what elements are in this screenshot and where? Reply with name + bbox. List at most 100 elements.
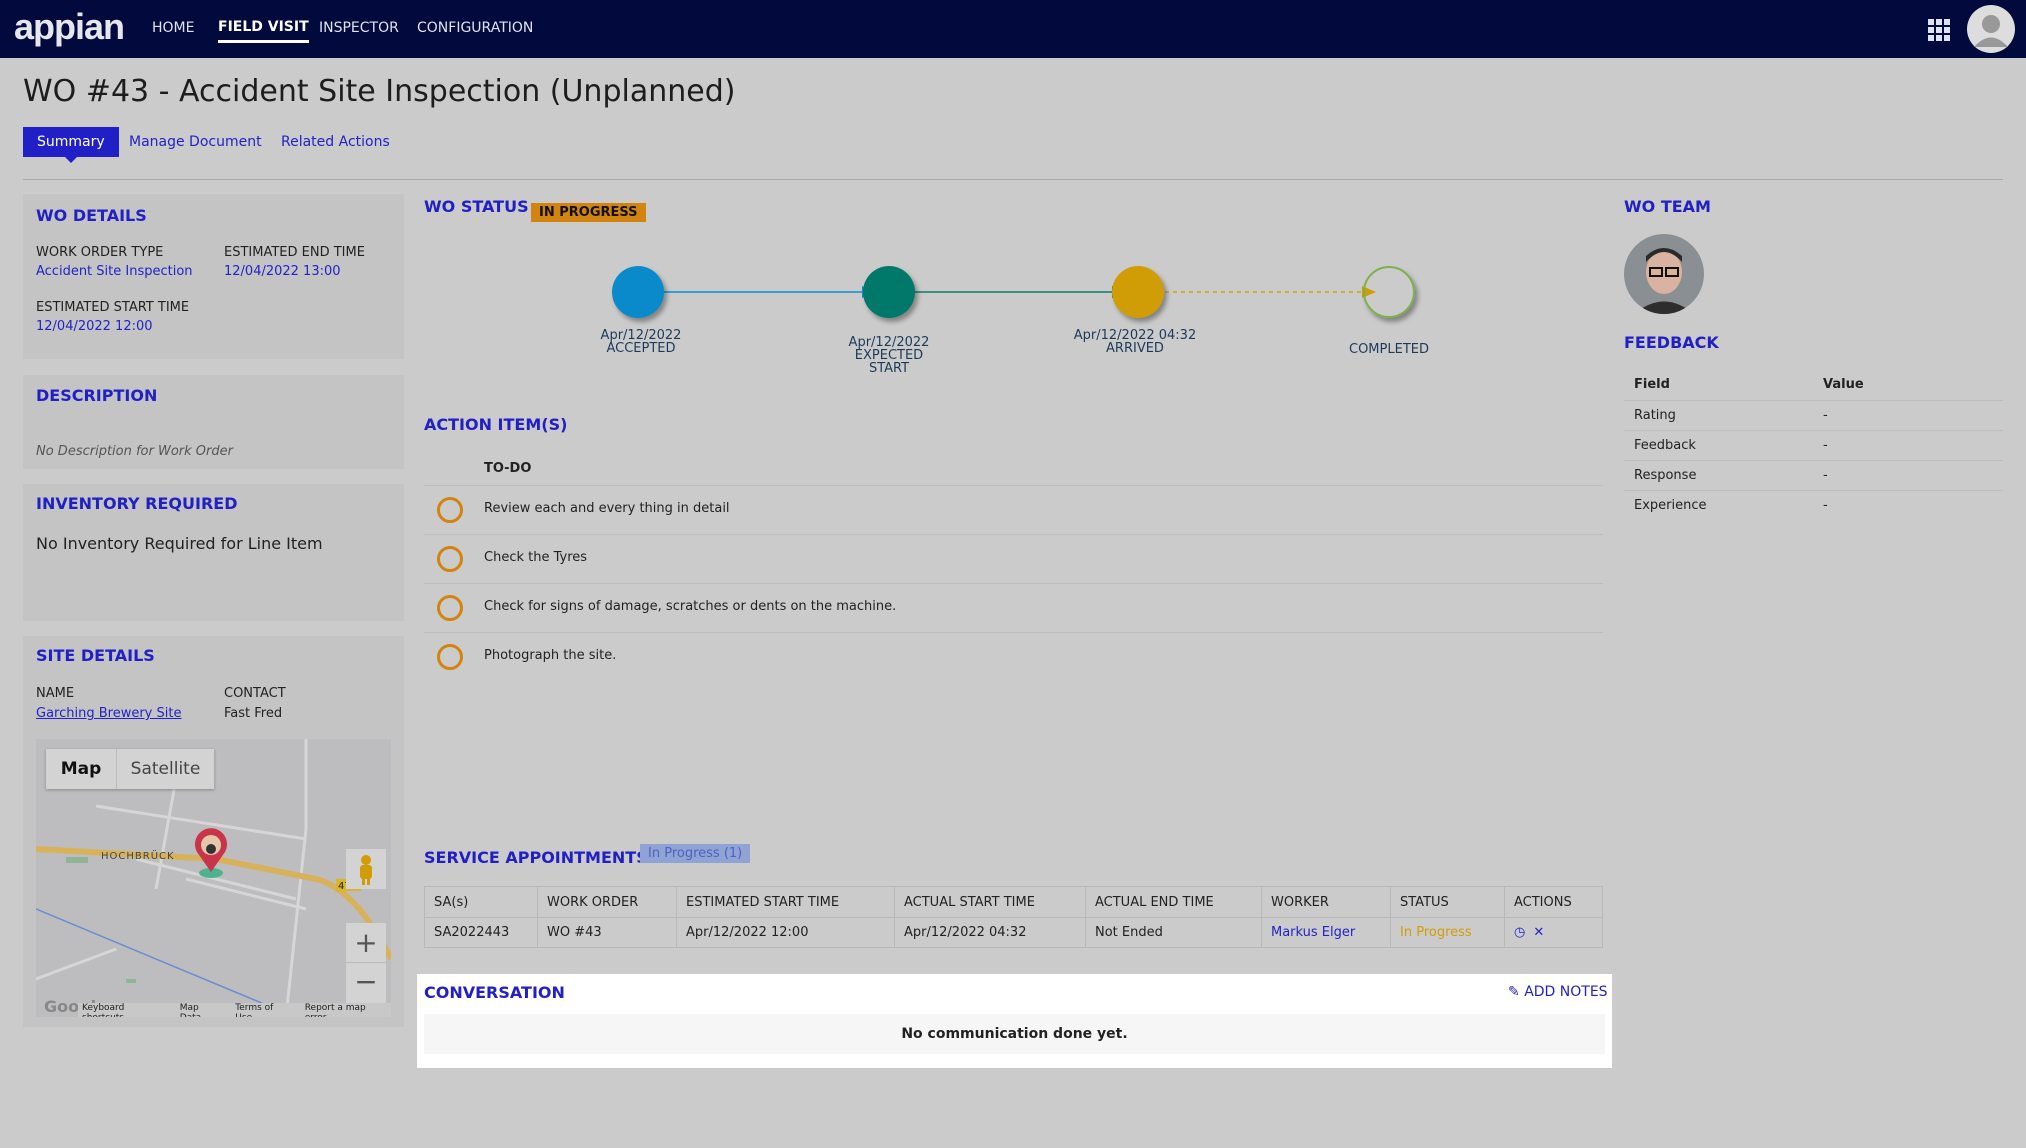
cell-actual-start: Apr/12/2022 04:32 [894, 917, 1086, 948]
step-accepted-node [612, 266, 664, 318]
todo-header-row: TO-DO [424, 456, 1603, 486]
field-feedback: Feedback [1624, 430, 1813, 461]
col-work-order: WORK ORDER [537, 886, 677, 918]
nav-field-visit[interactable]: FIELD VISIT [218, 19, 309, 43]
site-map[interactable]: 471 Map Satellite HOCHBRÜCK + − Google K… [36, 739, 391, 1017]
appian-logo[interactable]: appian [14, 6, 125, 48]
table-row: SA2022443 WO #43 Apr/12/2022 12:00 Apr/1… [424, 917, 1603, 948]
todo-checkbox-icon[interactable] [437, 497, 463, 523]
worker-link[interactable]: Markus Elger [1261, 917, 1391, 948]
inventory-text: No Inventory Required for Line Item [36, 534, 323, 553]
map-place-label: HOCHBRÜCK [101, 851, 175, 862]
app-grid-icon[interactable] [1928, 19, 1950, 41]
add-notes-button[interactable]: ✎ ADD NOTES [1508, 984, 1608, 1000]
col-value: Value [1813, 370, 2003, 401]
todo-item: Check for signs of damage, scratches or … [424, 584, 1603, 633]
step-arrived-label: Apr/12/2022 04:32 ARRIVED [1073, 328, 1197, 356]
map-button[interactable]: Map [46, 749, 116, 789]
street-view-pegman-icon[interactable] [346, 849, 386, 889]
user-avatar[interactable] [1966, 4, 2016, 54]
edit-icon: ✎ [1508, 984, 1520, 1000]
value-response: - [1813, 460, 2003, 491]
clock-icon[interactable]: ◷ [1514, 925, 1525, 940]
site-name-link[interactable]: Garching Brewery Site [36, 706, 181, 721]
cell-actual-end: Not Ended [1085, 917, 1262, 948]
keyboard-shortcuts-link[interactable]: Keyboard shortcuts [82, 1003, 166, 1017]
todo-checkbox-icon[interactable] [437, 595, 463, 621]
field-rating: Rating [1624, 400, 1813, 431]
status-connectors [664, 286, 1376, 298]
tab-related-actions[interactable]: Related Actions [267, 127, 404, 157]
cancel-x-icon[interactable]: ✕ [1533, 925, 1544, 940]
site-details-title: SITE DETAILS [36, 646, 155, 665]
cell-wo: WO #43 [537, 917, 677, 948]
report-error-link[interactable]: Report a map error [305, 1003, 387, 1017]
zoom-control: + − [346, 923, 386, 1004]
todo-header: TO-DO [484, 461, 532, 476]
step-expected-start-node [863, 266, 915, 318]
col-field: Field [1624, 370, 1813, 401]
col-sa: SA(s) [424, 886, 538, 918]
work-order-type-value[interactable]: Accident Site Inspection [36, 264, 193, 279]
todo-checkbox-icon[interactable] [437, 644, 463, 670]
nav-configuration[interactable]: CONFIGURATION [417, 20, 533, 36]
zoom-out-button[interactable]: − [346, 963, 386, 1003]
status-badge: IN PROGRESS [531, 203, 646, 222]
cell-sa: SA2022443 [424, 917, 538, 948]
step-arrived-node [1112, 266, 1164, 318]
cell-actions: ◷ ✕ [1504, 917, 1603, 948]
description-text: No Description for Work Order [36, 444, 233, 459]
todo-item: Check the Tyres [424, 535, 1603, 584]
wo-team-title: WO TEAM [1624, 197, 1711, 216]
divider [23, 179, 2003, 180]
work-order-type-label: WORK ORDER TYPE [36, 245, 164, 260]
step-completed-label: COMPLETED [1349, 342, 1429, 357]
step-completed-node [1363, 266, 1415, 318]
field-experience: Experience [1634, 497, 1707, 513]
col-status: STATUS [1390, 886, 1505, 918]
map-pin-icon[interactable] [193, 828, 233, 880]
todo-checkbox-icon[interactable] [437, 546, 463, 572]
empty-conversation: No communication done yet. [424, 1014, 1605, 1054]
description-title: DESCRIPTION [36, 386, 158, 405]
nav-inspector[interactable]: INSPECTOR [319, 20, 399, 36]
appointments-table: SA(s) WORK ORDER ESTIMATED START TIME AC… [424, 886, 1603, 948]
table-row: Response - [1624, 460, 2003, 491]
map-type-control: Map Satellite [46, 749, 214, 789]
tab-summary[interactable]: Summary [23, 127, 119, 163]
satellite-button[interactable]: Satellite [116, 749, 214, 789]
est-start-label: ESTIMATED START TIME [36, 300, 190, 315]
value-rating: - [1813, 400, 2003, 431]
map-footer: Keyboard shortcuts Map Data Terms of Use Re… [78, 1003, 391, 1017]
table-row: Rating - [1624, 400, 2003, 431]
col-est-start: ESTIMATED START TIME [676, 886, 895, 918]
table-row: Feedback - [1624, 430, 2003, 461]
todo-item: Review each and every thing in detail [424, 486, 1603, 535]
inventory-title: INVENTORY REQUIRED [36, 494, 238, 513]
field-response: Response [1624, 460, 1813, 491]
wo-status-title: WO STATUS [424, 197, 529, 216]
contact-value: Fast Fred [224, 706, 283, 721]
wo-details-title: WO DETAILS [36, 206, 147, 225]
todo-item: Photograph the site. [424, 633, 1603, 682]
nav-home[interactable]: HOME [152, 20, 194, 36]
page-title: WO #43 - Accident Site Inspection (Unpla… [23, 74, 736, 109]
col-actual-start: ACTUAL START TIME [894, 886, 1086, 918]
terms-link[interactable]: Terms of Use [235, 1003, 290, 1017]
cell-est-start: Apr/12/2022 12:00 [676, 917, 895, 948]
conversation-title: CONVERSATION [424, 983, 565, 1002]
table-row: Experience - [1624, 490, 2003, 520]
value-experience: - [1823, 497, 1828, 513]
map-data-link[interactable]: Map Data [180, 1003, 222, 1017]
team-member-avatar[interactable] [1624, 234, 1704, 314]
contact-label: CONTACT [224, 686, 286, 701]
feedback-table: Field Value Rating - Feedback - Response - E… [1624, 370, 2003, 520]
step-expected-start-label: Apr/12/2022 EXPECTED START [848, 335, 930, 376]
service-appointments-title: SERVICE APPOINTMENTS [424, 848, 648, 867]
cell-status: In Progress [1390, 917, 1505, 948]
tab-manage-document[interactable]: Manage Document [115, 127, 276, 157]
col-actual-end: ACTUAL END TIME [1085, 886, 1262, 918]
step-accepted-label: Apr/12/2022 ACCEPTED [600, 328, 682, 356]
col-actions: ACTIONS [1504, 886, 1603, 918]
zoom-in-button[interactable]: + [346, 923, 386, 963]
